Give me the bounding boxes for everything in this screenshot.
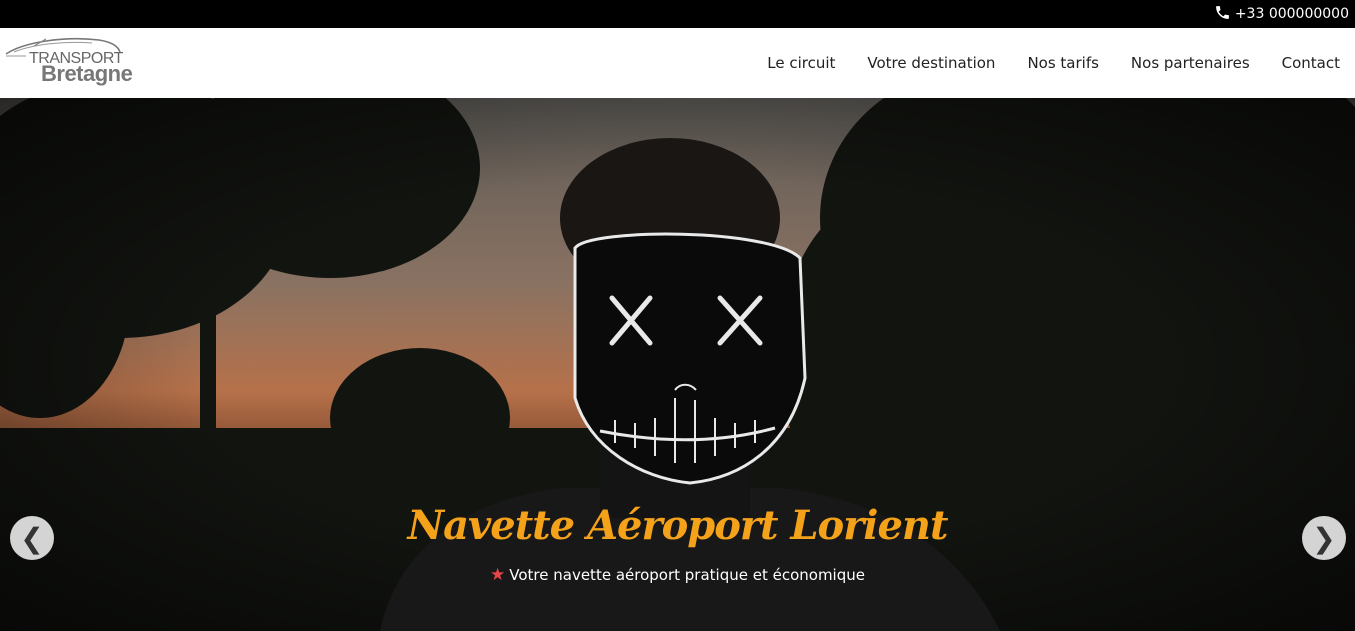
nav-nos-tarifs[interactable]: Nos tarifs <box>1027 54 1098 72</box>
phone-contact[interactable]: +33 000000000 <box>1214 4 1349 25</box>
hero-subtitle: ★ Votre navette aéroport pratique et éco… <box>0 565 1355 585</box>
hero-subtitle-text: Votre navette aéroport pratique et écono… <box>509 566 865 584</box>
slider-prev-button[interactable]: ❮ <box>10 516 54 560</box>
top-bar: +33 000000000 <box>0 0 1355 28</box>
nav-le-circuit[interactable]: Le circuit <box>767 54 835 72</box>
phone-icon <box>1214 4 1231 25</box>
nav-nos-partenaires[interactable]: Nos partenaires <box>1131 54 1250 72</box>
logo-line-2: Bretagne <box>41 61 133 86</box>
site-logo[interactable]: TRANSPORT Bretagne <box>4 32 154 92</box>
phone-number: +33 000000000 <box>1234 6 1349 22</box>
star-icon: ★ <box>490 565 506 585</box>
hero-title: Navette Aéroport Lorient <box>407 502 949 549</box>
hero-slider: Navette Aéroport Lorient ★ Votre navette… <box>0 98 1355 631</box>
main-nav: Le circuit Votre destination Nos tarifs … <box>735 28 1340 98</box>
nav-contact[interactable]: Contact <box>1282 54 1340 72</box>
slider-next-button[interactable]: ❯ <box>1302 516 1346 560</box>
nav-votre-destination[interactable]: Votre destination <box>867 54 995 72</box>
chevron-right-icon: ❯ <box>1312 521 1336 555</box>
chevron-left-icon: ❮ <box>20 521 44 555</box>
hero-image <box>0 98 1355 631</box>
site-header: TRANSPORT Bretagne Le circuit Votre dest… <box>0 28 1355 98</box>
